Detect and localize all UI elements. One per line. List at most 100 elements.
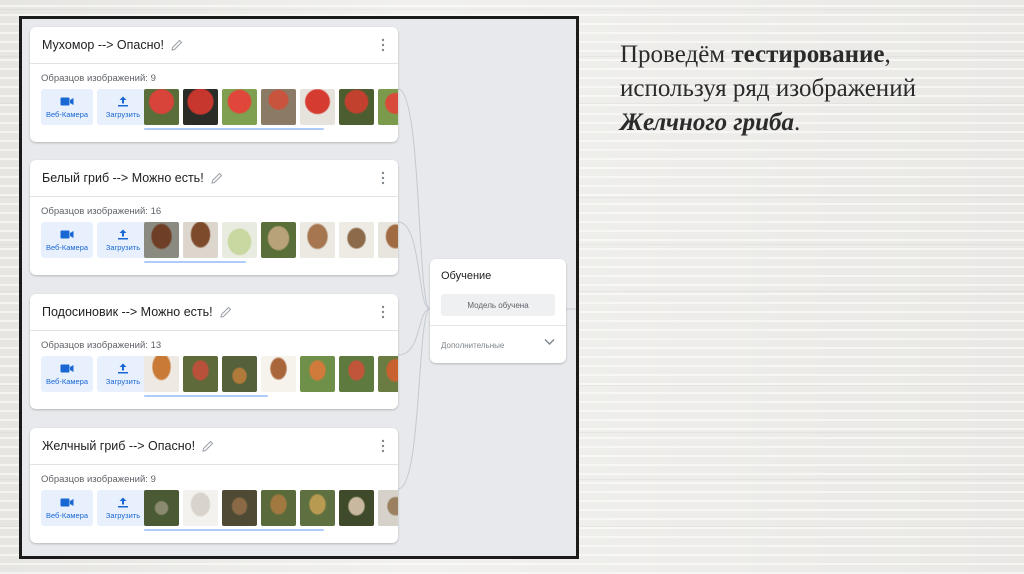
sample-count: Образцов изображений: 9 <box>41 73 156 84</box>
sample-thumbnail[interactable] <box>300 222 335 258</box>
caption-text: Проведём <box>620 41 732 68</box>
webcam-label: Веб-Камера <box>45 376 89 386</box>
sample-thumbnail[interactable] <box>261 222 296 258</box>
upload-icon <box>118 229 128 239</box>
caption-emphasis: тестирование <box>731 41 885 68</box>
pencil-icon[interactable] <box>171 39 183 51</box>
sample-thumbnail[interactable] <box>339 89 374 125</box>
webcam-label: Веб-Камера <box>45 109 89 119</box>
sample-thumbnail[interactable] <box>183 89 218 125</box>
sample-thumbnail[interactable] <box>261 490 296 526</box>
sample-count: Образцов изображений: 13 <box>41 340 162 351</box>
sample-thumbnail[interactable] <box>222 89 257 125</box>
class-card-header: Желчный гриб --> Опасно! <box>30 428 398 465</box>
advanced-toggle[interactable]: Дополнительные <box>441 341 504 350</box>
sample-thumbnail[interactable] <box>339 222 374 258</box>
chevron-down-icon[interactable] <box>544 338 555 346</box>
sample-thumbnails <box>144 89 398 125</box>
sample-row: Веб-Камера Загрузить <box>30 490 398 534</box>
sample-row: Веб-Камера Загрузить <box>30 222 398 266</box>
sample-thumbnail[interactable] <box>378 490 398 526</box>
upload-label: Загрузить <box>105 510 141 520</box>
class-card-1: Мухомор --> Опасно! Образцов изображений… <box>30 27 398 142</box>
webcam-button[interactable]: Веб-Камера <box>41 89 93 125</box>
sample-thumbnail[interactable] <box>222 222 257 258</box>
class-name[interactable]: Желчный гриб --> Опасно! <box>42 439 195 453</box>
sample-thumbnails <box>144 356 398 392</box>
class-card-header: Мухомор --> Опасно! <box>30 27 398 64</box>
sample-thumbnail[interactable] <box>222 356 257 392</box>
more-options-icon[interactable] <box>381 38 385 52</box>
sample-thumbnail[interactable] <box>222 490 257 526</box>
sample-thumbnail[interactable] <box>144 222 179 258</box>
upload-icon <box>118 96 128 106</box>
sample-thumbnails <box>144 490 398 526</box>
sample-thumbnail[interactable] <box>300 356 335 392</box>
upload-label: Загрузить <box>105 242 141 252</box>
sample-row: Веб-Камера Загрузить <box>30 356 398 400</box>
upload-icon <box>118 497 128 507</box>
more-options-icon[interactable] <box>381 439 385 453</box>
video-camera-icon <box>60 97 74 105</box>
caption-emphasis: Желчного гриба <box>620 109 795 136</box>
upload-label: Загрузить <box>105 109 141 119</box>
sample-thumbnail[interactable] <box>183 222 218 258</box>
thumbnail-scrollbar[interactable] <box>144 128 324 130</box>
slide-caption: Проведём тестирование, используя ряд изо… <box>620 38 1010 140</box>
thumbnail-scrollbar[interactable] <box>144 261 246 263</box>
class-card-3: Подосиновик --> Можно есть! Образцов изо… <box>30 294 398 409</box>
more-options-icon[interactable] <box>381 171 385 185</box>
class-name[interactable]: Мухомор --> Опасно! <box>42 38 164 52</box>
webcam-button[interactable]: Веб-Камера <box>41 222 93 258</box>
webcam-button[interactable]: Веб-Камера <box>41 490 93 526</box>
class-name[interactable]: Подосиновик --> Можно есть! <box>42 305 213 319</box>
sample-thumbnail[interactable] <box>183 356 218 392</box>
caption-text: . <box>794 109 801 136</box>
caption-text: , <box>884 41 891 68</box>
class-card-2: Белый гриб --> Можно есть! Образцов изоб… <box>30 160 398 275</box>
sample-row: Веб-Камера Загрузить <box>30 89 398 133</box>
thumbnail-scrollbar[interactable] <box>144 529 324 531</box>
upload-label: Загрузить <box>105 376 141 386</box>
train-model-button[interactable]: Модель обучена <box>441 294 555 316</box>
thumbnail-scrollbar[interactable] <box>144 395 268 397</box>
upload-button[interactable]: Загрузить <box>97 222 149 258</box>
pencil-icon[interactable] <box>211 172 223 184</box>
sample-thumbnails <box>144 222 398 258</box>
sample-thumbnail[interactable] <box>378 89 398 125</box>
sample-thumbnail[interactable] <box>339 490 374 526</box>
more-options-icon[interactable] <box>381 305 385 319</box>
video-camera-icon <box>60 230 74 238</box>
sample-thumbnail[interactable] <box>378 356 398 392</box>
upload-button[interactable]: Загрузить <box>97 356 149 392</box>
class-card-4: Желчный гриб --> Опасно! Образцов изобра… <box>30 428 398 543</box>
class-card-header: Белый гриб --> Можно есть! <box>30 160 398 197</box>
class-card-header: Подосиновик --> Можно есть! <box>30 294 398 331</box>
sample-thumbnail[interactable] <box>144 490 179 526</box>
upload-button[interactable]: Загрузить <box>97 89 149 125</box>
sample-thumbnail[interactable] <box>300 490 335 526</box>
sample-thumbnail[interactable] <box>261 89 296 125</box>
sample-thumbnail[interactable] <box>144 356 179 392</box>
teachable-machine-screenshot: Мухомор --> Опасно! Образцов изображений… <box>19 16 579 559</box>
pencil-icon[interactable] <box>219 306 232 318</box>
webcam-button[interactable]: Веб-Камера <box>41 356 93 392</box>
upload-icon <box>118 363 128 373</box>
video-camera-icon <box>60 498 74 506</box>
sample-thumbnail[interactable] <box>144 89 179 125</box>
class-name[interactable]: Белый гриб --> Можно есть! <box>42 171 204 185</box>
divider <box>430 325 566 326</box>
caption-text: используя ряд изображений <box>620 75 916 102</box>
webcam-label: Веб-Камера <box>45 242 89 252</box>
webcam-label: Веб-Камера <box>45 510 89 520</box>
sample-count: Образцов изображений: 16 <box>41 206 162 217</box>
pencil-icon[interactable] <box>202 440 214 452</box>
training-title: Обучение <box>441 270 492 282</box>
sample-thumbnail[interactable] <box>261 356 296 392</box>
sample-thumbnail[interactable] <box>183 490 218 526</box>
sample-thumbnail[interactable] <box>339 356 374 392</box>
video-camera-icon <box>60 364 74 372</box>
upload-button[interactable]: Загрузить <box>97 490 149 526</box>
sample-thumbnail[interactable] <box>300 89 335 125</box>
sample-thumbnail[interactable] <box>378 222 398 258</box>
